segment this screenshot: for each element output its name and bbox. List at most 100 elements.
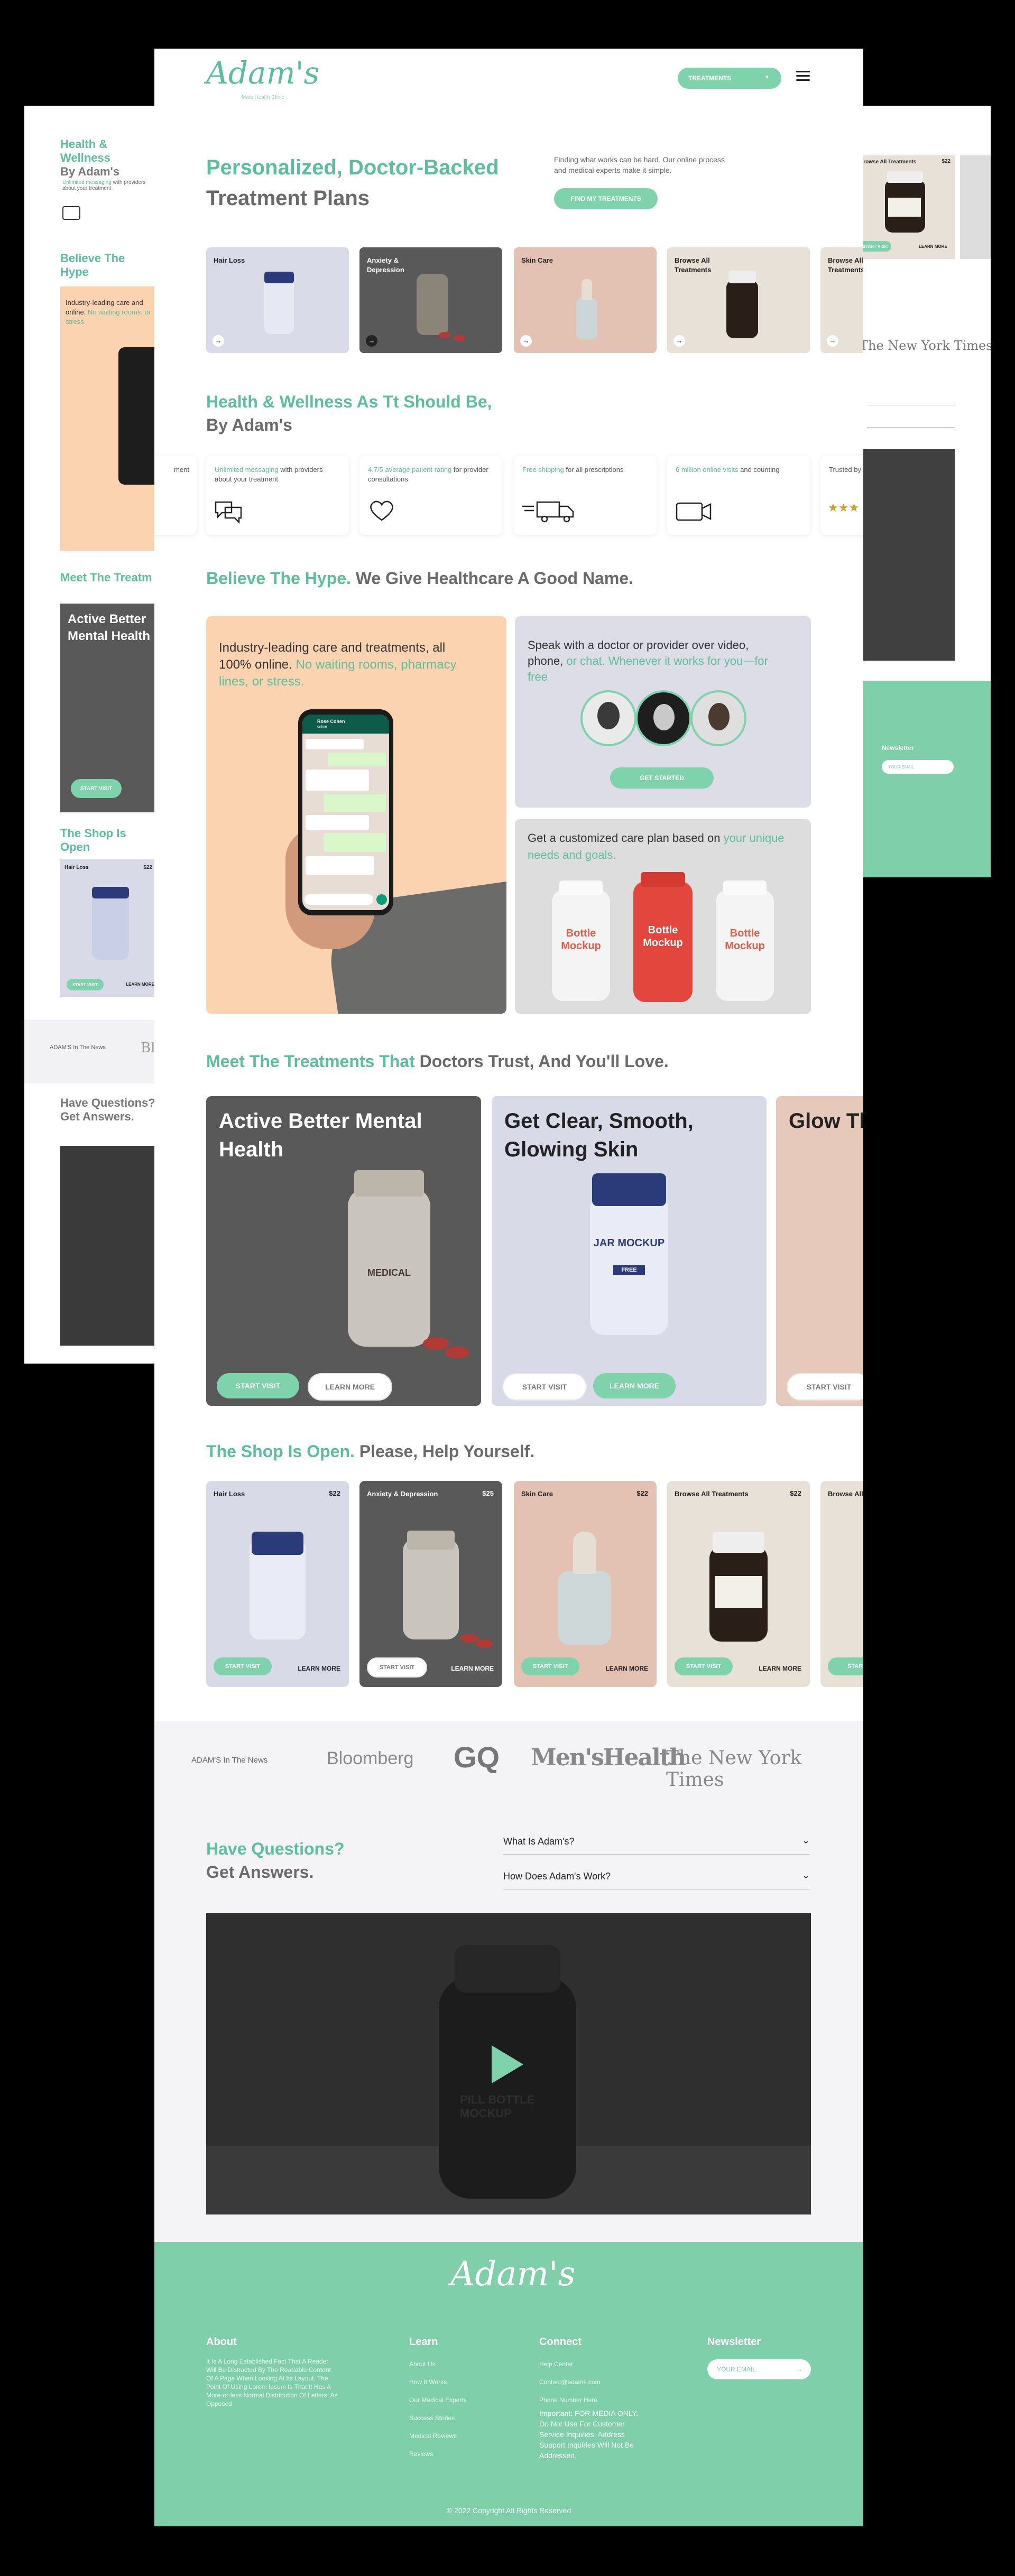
- learn-more-button[interactable]: LEARN MORE: [308, 1373, 392, 1401]
- shop-card-skin-care[interactable]: Skin Care $22 START VISIT LEARN MORE: [514, 1481, 657, 1687]
- footer-link[interactable]: Our Medical Experts: [409, 2396, 467, 2404]
- footer-link[interactable]: Help Center: [539, 2360, 573, 2368]
- learn-more-button[interactable]: LEARN MORE: [593, 1373, 676, 1398]
- learn-more-link[interactable]: LEARN MORE: [451, 1665, 494, 1672]
- feature-card: ment: [154, 456, 197, 535]
- site-logo[interactable]: Adam's: [206, 55, 319, 91]
- arrow-right-icon[interactable]: →: [520, 335, 532, 347]
- bg-start-visit-button: START VISIT: [71, 779, 122, 798]
- feature-card-rating: 4.7/5 average patient rating for provide…: [359, 456, 502, 535]
- bottle-image: [726, 280, 758, 338]
- newsletter-email-input[interactable]: YOUR EMAIL →: [707, 2359, 811, 2379]
- start-visit-button[interactable]: START VISIT: [217, 1373, 299, 1398]
- start-visit-button[interactable]: START VISIT: [675, 1657, 733, 1675]
- start-visit-button[interactable]: START VISIT: [787, 1373, 863, 1401]
- shop-item-name: Anxiety & Depression: [367, 1490, 438, 1498]
- feature-card-shipping: Free shipping for all prescriptions: [514, 456, 657, 535]
- start-visit-button[interactable]: START: [828, 1657, 863, 1675]
- bg-right-shop-card: Browse All Treatments $22 START VISIT LE…: [856, 155, 955, 259]
- shop-item-name: Browse All Treatments: [675, 1490, 749, 1498]
- category-card-browse-all[interactable]: Browse All Treatments →: [667, 247, 810, 353]
- footer-link[interactable]: Reviews: [409, 2450, 433, 2458]
- footer-learn-heading: Learn: [409, 2336, 438, 2348]
- start-visit-button[interactable]: START VISIT: [521, 1657, 579, 1675]
- arrow-right-icon[interactable]: →: [796, 2366, 802, 2373]
- care-plan-card: Get a customized care plan based on your…: [515, 819, 811, 1014]
- get-started-button[interactable]: GET STARTED: [610, 767, 714, 789]
- medical-bottle-image: MEDICAL: [348, 1188, 430, 1347]
- treatments-dropdown-label: TREATMENTS: [688, 75, 732, 82]
- treatments-dropdown[interactable]: TREATMENTS ▼: [678, 68, 781, 89]
- arrow-right-icon[interactable]: →: [366, 335, 377, 347]
- faq-title-green: Have Questions?: [206, 1839, 345, 1858]
- category-card-anxiety[interactable]: Anxiety & Depression →: [359, 247, 502, 353]
- start-visit-button[interactable]: START VISIT: [367, 1657, 427, 1678]
- footer-link[interactable]: Success Stories: [409, 2414, 455, 2422]
- shop-card-anxiety[interactable]: Anxiety & Depression $25 START VISIT LEA…: [359, 1481, 502, 1687]
- faq-item[interactable]: How Does Adam's Work? ⌄: [503, 1865, 810, 1889]
- treatment-card-mental-health[interactable]: Active Better Mental Health MEDICAL STAR…: [206, 1096, 481, 1406]
- learn-more-link[interactable]: LEARN MORE: [298, 1665, 340, 1672]
- footer-logo[interactable]: Adam's: [450, 2255, 575, 2294]
- faq-item[interactable]: What Is Adam's? ⌄: [503, 1830, 810, 1855]
- bg-left-feature: Unlimited messaging with providers about…: [62, 180, 146, 191]
- shop-card-browse-all-2[interactable]: Browse All Treatments START: [820, 1481, 863, 1687]
- bg-left-shop: The Shop Is Open: [60, 827, 126, 854]
- doctor-avatar: [690, 690, 746, 746]
- phone-image: Rose Cohen online: [298, 709, 393, 915]
- rating-stars-icon: ★★★: [828, 501, 860, 514]
- play-icon[interactable]: [492, 2045, 523, 2083]
- phone-contact-status: online: [317, 725, 327, 729]
- arrow-right-icon[interactable]: →: [827, 335, 838, 347]
- arrow-right-icon[interactable]: →: [213, 335, 224, 347]
- red-bottle-image: Bottle Mockup: [633, 882, 693, 1002]
- phone-image: [118, 347, 156, 485]
- bottle-image: [417, 274, 448, 335]
- bg-left-treat: Meet The Treatm: [60, 571, 152, 584]
- shop-card-hair-loss[interactable]: Hair Loss $22 START VISIT LEARN MORE: [206, 1481, 349, 1687]
- footer-link[interactable]: About Us: [409, 2360, 435, 2368]
- bg-left-hype: Believe The Hype: [60, 252, 125, 279]
- dropper-image: [558, 1571, 611, 1645]
- treatment-card-title: Get Clear, Smooth, Glowing Skin: [504, 1109, 694, 1161]
- arrow-right-icon[interactable]: →: [673, 335, 685, 347]
- learn-more-link[interactable]: LEARN MORE: [605, 1665, 648, 1672]
- footer-link[interactable]: Phone Number Here: [539, 2396, 597, 2404]
- footer-connect-heading: Connect: [539, 2336, 582, 2348]
- chat-icon: [62, 206, 80, 220]
- footer-link[interactable]: Medical Reviews: [409, 2432, 457, 2440]
- bg-left-faq: Have Questions? Get Answers.: [60, 1096, 155, 1123]
- feature-card-visits: 6 million online visits and counting: [667, 456, 810, 535]
- consult-text: Speak with a doctor or provider over vid…: [528, 638, 768, 683]
- find-treatments-button[interactable]: FIND MY TREATMENTS: [554, 188, 658, 209]
- treatment-card-skin[interactable]: Get Clear, Smooth, Glowing Skin JAR MOCK…: [492, 1096, 767, 1406]
- treatments-title: Meet The Treatments That Doctors Trust, …: [206, 1052, 669, 1071]
- footer-link[interactable]: Contact@adams.com: [539, 2378, 601, 2386]
- shop-card-browse-all[interactable]: Browse All Treatments $22 START VISIT LE…: [667, 1481, 810, 1687]
- video-camera-icon: [676, 502, 712, 521]
- category-card-skin-care[interactable]: Skin Care →: [514, 247, 657, 353]
- video-player[interactable]: PILL BOTTLE MOCKUP: [206, 1913, 811, 2214]
- feature-card-messaging: Unlimited messaging with providers about…: [206, 456, 349, 535]
- chevron-down-icon: ⌄: [801, 1870, 810, 1880]
- chevron-down-icon: ⌄: [801, 1835, 810, 1846]
- wellness-title: Health & Wellness As Tt Should Be, By Ad…: [206, 390, 492, 437]
- category-card-hair-loss[interactable]: Hair Loss →: [206, 247, 349, 353]
- hero-title-line2: Treatment Plans: [206, 187, 370, 210]
- hamburger-menu-icon[interactable]: [796, 71, 810, 81]
- treatment-card-glow[interactable]: Glow Th START VISIT: [776, 1096, 863, 1406]
- footer-link[interactable]: How It Works: [409, 2378, 447, 2386]
- shop-title: The Shop Is Open. Please, Help Yourself.: [206, 1442, 535, 1461]
- bloomberg-logo: Bloomberg: [327, 1748, 414, 1768]
- learn-more-link[interactable]: LEARN MORE: [759, 1665, 801, 1672]
- main-page: Adam's Male Health Clinic TREATMENTS ▼ Pe…: [154, 49, 863, 2526]
- start-visit-button[interactable]: START VISIT: [502, 1373, 587, 1401]
- online-care-card: Industry-leading care and treatments, al…: [206, 616, 506, 1014]
- bg-left-treat-card: Active Better Mental Health START VISIT: [60, 604, 156, 812]
- category-card-browse-all-2[interactable]: Browse All Treatments →: [820, 247, 863, 353]
- start-visit-button[interactable]: START VISIT: [214, 1657, 272, 1675]
- white-bottle-image: Bottle Mockup: [552, 890, 610, 1001]
- bg-left-news: ADAM'S In The News Bl: [24, 1020, 156, 1083]
- site-footer: Adam's About It Is A Long Established Fa…: [154, 2242, 863, 2526]
- bg-left-video: [60, 1146, 156, 1346]
